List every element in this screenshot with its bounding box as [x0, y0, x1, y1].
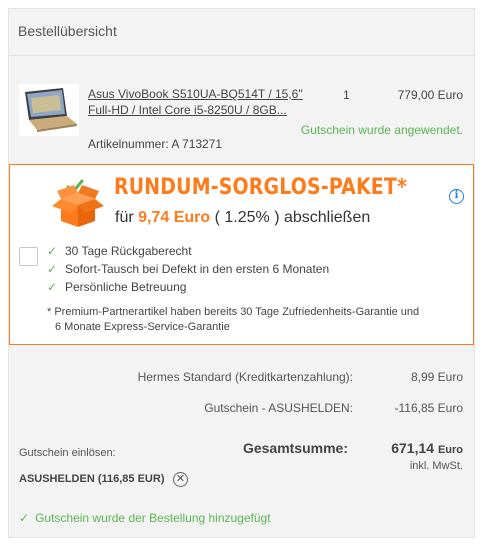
care-feature-label: Persönliche Betreuung — [65, 280, 187, 294]
care-package-price: für 9,74 Euro ( 1.25% ) abschließen — [115, 209, 370, 227]
care-feature-label: Sofort-Tausch bei Defekt in den ersten 6… — [65, 262, 330, 276]
package-box-icon — [52, 179, 104, 227]
grand-total-label: Gesamtsumme: — [242, 440, 348, 456]
product-price: 779,00 Euro — [397, 88, 463, 102]
care-package-title: RUNDUM-SORGLOS-PAKET* — [114, 175, 408, 200]
care-note-line-2: 6 Monate Express-Service-Garantie — [55, 321, 230, 333]
care-note-line-1: * Premium-Partnerartikel haben bereits 3… — [47, 306, 420, 318]
care-feature-item: ✓ 30 Tage Rückgaberecht — [47, 244, 192, 258]
remove-coupon-icon[interactable]: ✕ — [173, 472, 188, 487]
product-quantity: 1 — [343, 88, 350, 102]
shipping-label: Hermes Standard (Kreditkartenzahlung): — [137, 370, 353, 384]
product-name-link[interactable]: Asus VivoBook S510UA-BQ514T / 15,6" Full… — [88, 86, 328, 118]
care-package-offer: RUNDUM-SORGLOS-PAKET* für 9,74 Euro ( 1.… — [9, 164, 474, 345]
check-icon: ✓ — [19, 511, 30, 525]
check-icon: ✓ — [47, 280, 58, 294]
care-price-prefix: für — [115, 209, 139, 226]
shipping-value: 8,99 Euro — [410, 370, 463, 384]
coupon-success-message: ✓ Gutschein wurde der Bestellung hinzugef… — [19, 511, 271, 525]
vat-note: inkl. MwSt. — [409, 460, 463, 472]
care-package-footnote: * Premium-Partnerartikel haben bereits 3… — [47, 305, 447, 335]
care-price-suffix: ( 1.25% ) abschließen — [210, 209, 371, 226]
coupon-success-text: Gutschein wurde der Bestellung hinzugefü… — [35, 511, 271, 525]
grand-total-amount: 671,14 — [391, 440, 435, 456]
care-package-checkbox[interactable] — [19, 247, 38, 266]
care-feature-item: ✓ Sofort-Tausch bei Defekt in den ersten … — [47, 262, 329, 276]
order-summary-title: Bestellübersicht — [18, 23, 117, 39]
care-feature-item: ✓ Persönliche Betreuung — [47, 280, 186, 294]
coupon-discount-value: -116,85 Euro — [394, 401, 464, 415]
care-feature-label: 30 Tage Rückgaberecht — [65, 244, 192, 258]
grand-total-currency: Euro — [437, 444, 463, 456]
product-coupon-note: Gutschein wurde angewendet. — [300, 123, 463, 137]
check-icon: ✓ — [47, 244, 58, 258]
coupon-label: Gutschein einlösen: — [19, 447, 116, 459]
check-icon: ✓ — [47, 262, 58, 276]
product-image[interactable] — [19, 84, 79, 136]
coupon-discount-label: Gutschein - ASUSHELDEN: — [204, 401, 353, 415]
info-icon[interactable]: i — [449, 189, 464, 204]
product-sku: Artikelnummer: A 713271 — [88, 137, 223, 151]
applied-coupon-code: ASUSHELDEN (116,85 EUR) — [19, 473, 165, 485]
order-summary-header: Bestellübersicht — [8, 8, 475, 56]
grand-total-value: 671,14 Euro — [391, 440, 463, 456]
care-price-amount: 9,74 Euro — [138, 209, 211, 226]
